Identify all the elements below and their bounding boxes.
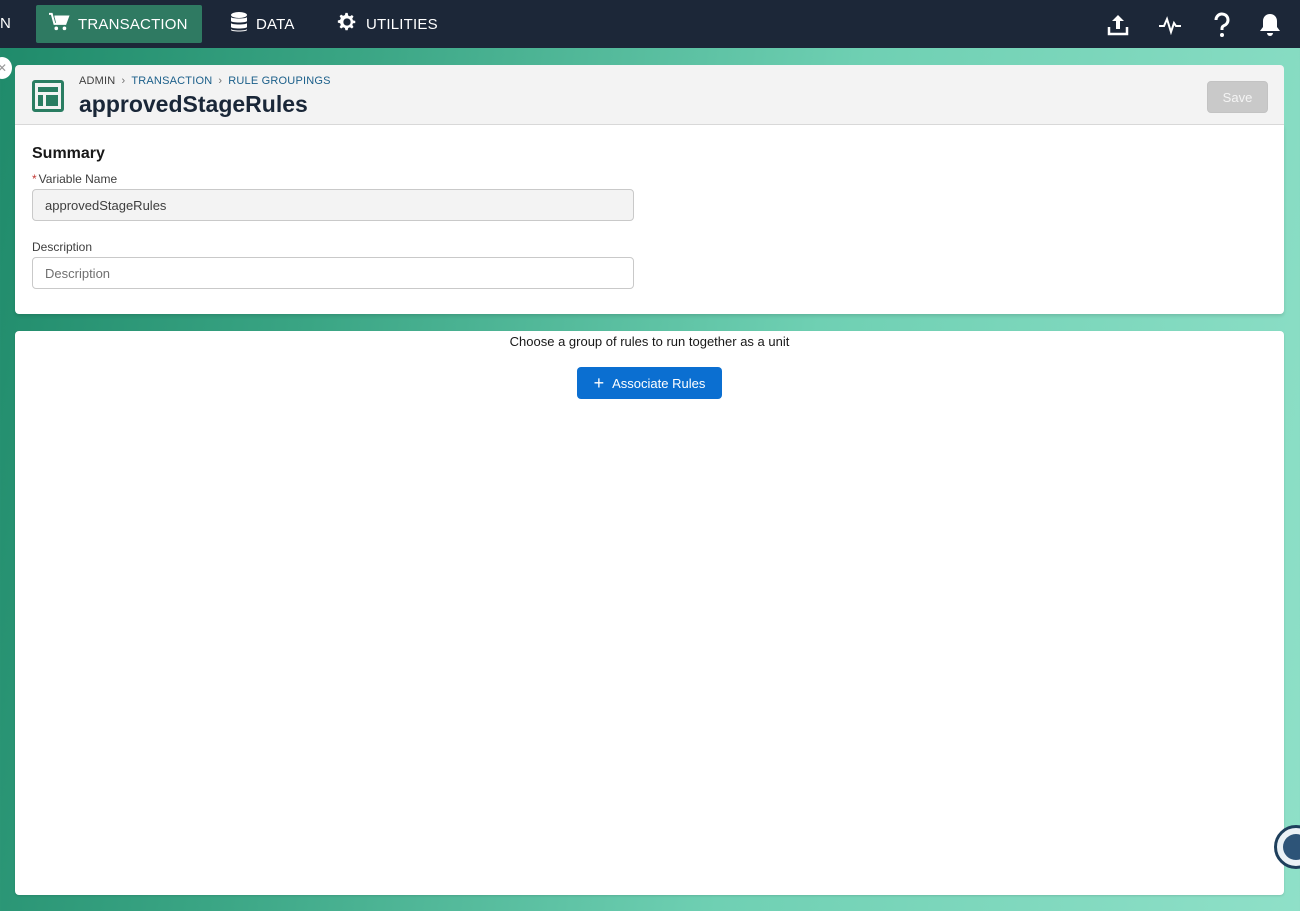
breadcrumb: ADMIN › TRANSACTION › RULE GROUPINGS bbox=[79, 75, 331, 87]
page-title: approvedStageRules bbox=[79, 91, 308, 117]
variable-name-label: * Variable Name bbox=[32, 172, 118, 186]
plus-icon: + bbox=[593, 373, 605, 393]
bell-icon[interactable] bbox=[1257, 12, 1283, 38]
gear-icon bbox=[336, 11, 358, 37]
top-nav: N TRANSACTION DATA UTILITIES bbox=[0, 0, 1300, 48]
rule-grouping-icon bbox=[32, 80, 64, 112]
nav-item-label: DATA bbox=[256, 15, 295, 33]
required-marker: * bbox=[32, 172, 37, 186]
upload-icon[interactable] bbox=[1105, 12, 1131, 38]
nav-item-utilities[interactable]: UTILITIES bbox=[324, 5, 450, 43]
cart-icon bbox=[48, 12, 70, 36]
rules-hint: Choose a group of rules to run together … bbox=[509, 334, 790, 349]
collapse-panel-button[interactable]: ✕ bbox=[0, 57, 12, 79]
assistant-icon bbox=[1283, 834, 1300, 860]
help-icon[interactable] bbox=[1209, 12, 1235, 38]
close-icon: ✕ bbox=[0, 61, 8, 75]
database-icon bbox=[230, 11, 248, 37]
rules-section: Choose a group of rules to run together … bbox=[15, 331, 1284, 895]
chevron-right-icon: › bbox=[218, 75, 223, 87]
nav-item-data[interactable]: DATA bbox=[218, 5, 307, 43]
save-button[interactable]: Save bbox=[1207, 81, 1268, 113]
chevron-right-icon: › bbox=[121, 75, 126, 87]
description-field[interactable] bbox=[32, 257, 634, 289]
breadcrumb-rule-groupings[interactable]: RULE GROUPINGS bbox=[228, 75, 330, 87]
associate-rules-button[interactable]: + Associate Rules bbox=[577, 367, 722, 399]
page-header: ADMIN › TRANSACTION › RULE GROUPINGS app… bbox=[15, 65, 1284, 125]
breadcrumb-transaction[interactable]: TRANSACTION bbox=[131, 75, 212, 87]
breadcrumb-admin: ADMIN bbox=[79, 75, 116, 87]
nav-item-label: UTILITIES bbox=[366, 15, 438, 33]
nav-item-transaction[interactable]: TRANSACTION bbox=[36, 5, 202, 43]
summary-title: Summary bbox=[32, 145, 105, 162]
activity-icon[interactable] bbox=[1157, 12, 1183, 38]
nav-item-label: TRANSACTION bbox=[78, 15, 188, 33]
variable-name-field[interactable]: approvedStageRules bbox=[32, 189, 634, 221]
description-label: Description bbox=[32, 240, 93, 254]
associate-rules-label: Associate Rules bbox=[612, 375, 706, 391]
nav-item-cut[interactable]: N bbox=[0, 15, 11, 32]
summary-section: Summary * Variable Name approvedStageRule… bbox=[15, 125, 1284, 314]
